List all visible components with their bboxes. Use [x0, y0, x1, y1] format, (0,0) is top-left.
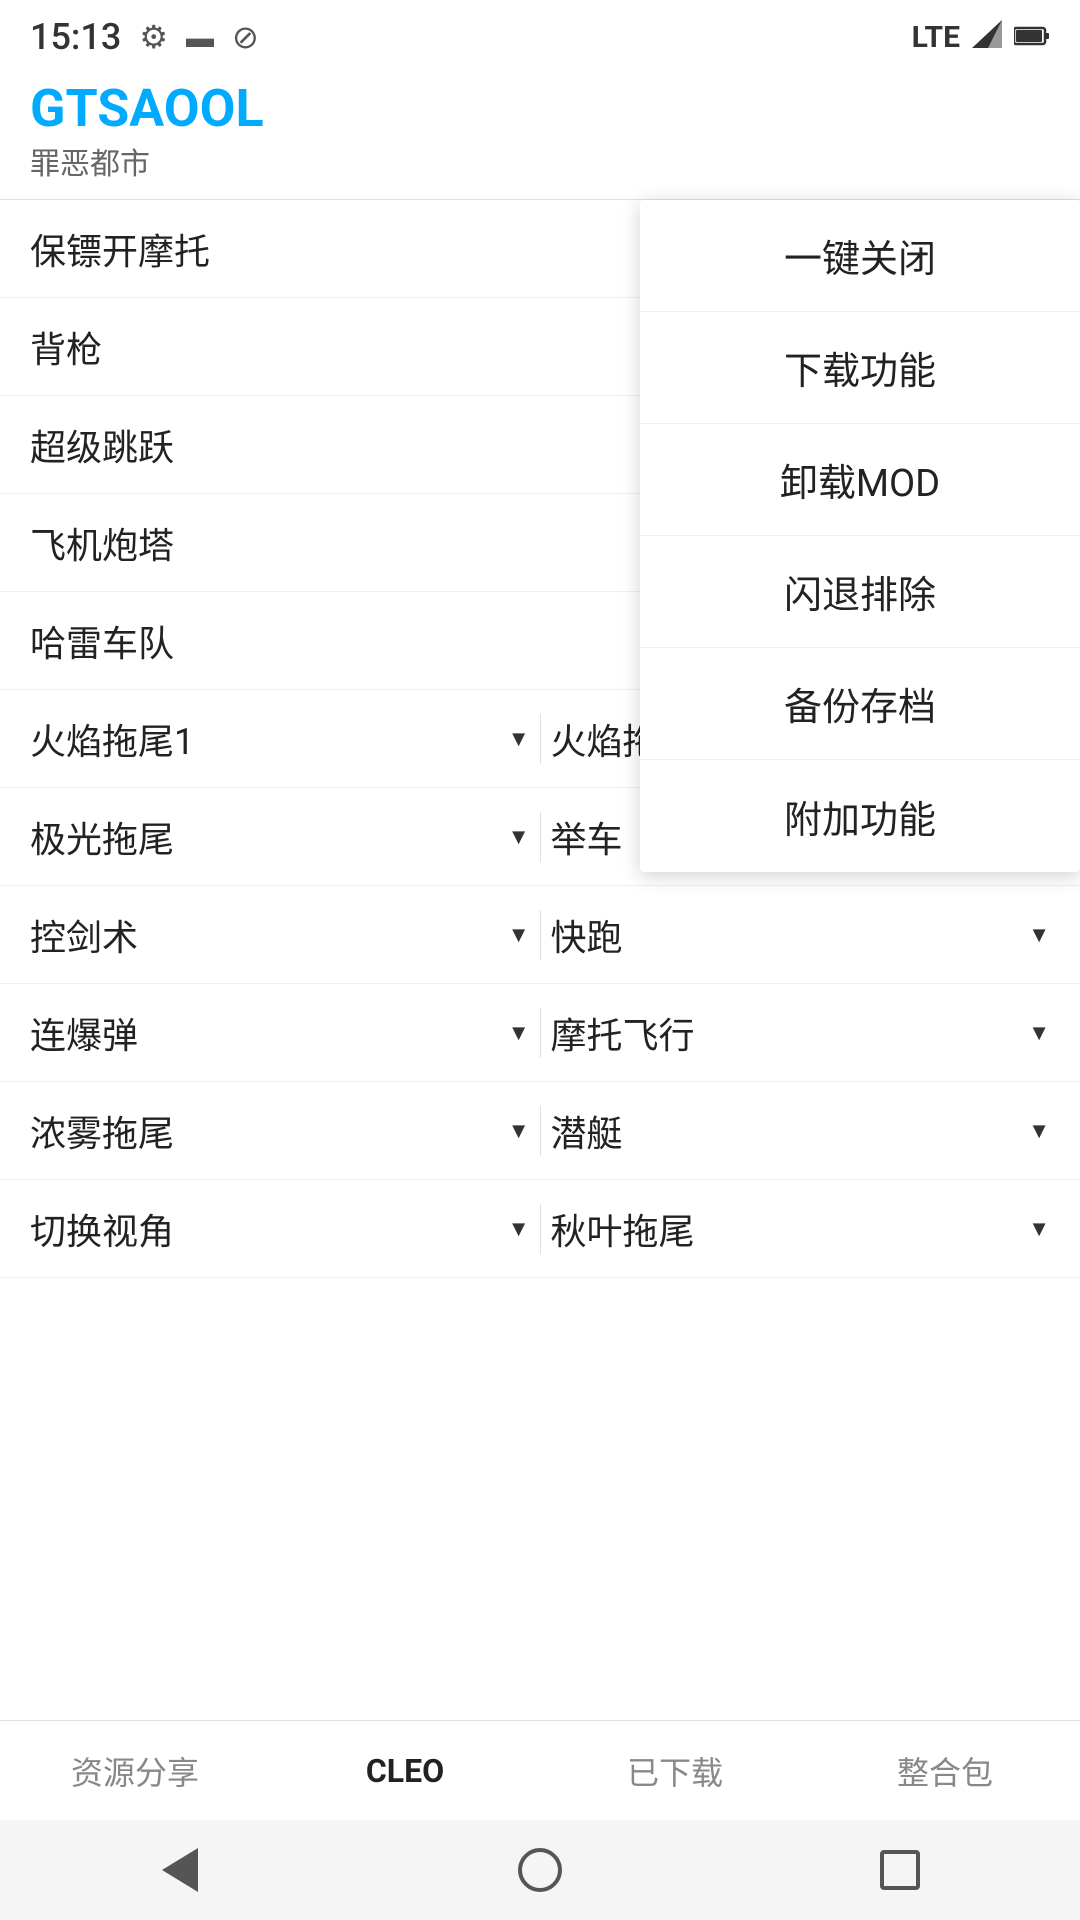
signal-icon — [972, 20, 1002, 55]
dropdown-menu-item-2[interactable]: 卸载MOD — [640, 424, 1080, 536]
list-item-label-left: 火焰拖尾1 — [30, 713, 194, 765]
dropdown-menu-item-0[interactable]: 一键关闭 — [640, 200, 1080, 312]
list-item-label: 保镖开摩托 — [30, 223, 210, 275]
block-icon: ⊘ — [232, 18, 259, 56]
list-col-right[interactable]: 快跑 ▼ — [551, 909, 1051, 961]
home-button[interactable] — [510, 1840, 570, 1900]
list-item-label-right: 秋叶拖尾 — [551, 1203, 695, 1255]
dropdown-arrow-icon-right: ▼ — [1028, 922, 1050, 948]
status-right: LTE — [912, 20, 1050, 55]
back-button[interactable] — [150, 1840, 210, 1900]
list-item-label: 飞机炮塔 — [30, 517, 174, 569]
app-title: GTSAOOL — [30, 80, 1050, 137]
list-col-left[interactable]: 火焰拖尾1 ▼ — [30, 713, 530, 765]
list-item-label-left: 极光拖尾 — [30, 811, 174, 863]
status-left: 15:13 ▬ ⊘ — [30, 16, 259, 58]
list-item-row: 浓雾拖尾 ▼ 潜艇 ▼ — [0, 1082, 1080, 1180]
col-divider — [540, 714, 541, 764]
dropdown-menu-item-1[interactable]: 下载功能 — [640, 312, 1080, 424]
list-item-label-left: 连爆弹 — [30, 1007, 138, 1059]
list-item-row: 切换视角 ▼ 秋叶拖尾 ▼ — [0, 1180, 1080, 1278]
list-item-label-left: 控剑术 — [30, 909, 138, 961]
sim-icon: ▬ — [186, 21, 214, 54]
tab-已下载[interactable]: 已下载 — [540, 1721, 810, 1820]
dropdown-arrow-icon-left: ▼ — [508, 824, 530, 850]
nav-bar — [0, 1820, 1080, 1920]
status-bar: 15:13 ▬ ⊘ LTE — [0, 0, 1080, 70]
list-col-left[interactable]: 控剑术 ▼ — [30, 909, 530, 961]
list-item-label: 哈雷车队 — [30, 615, 174, 667]
dropdown-arrow-icon-right: ▼ — [1028, 1020, 1050, 1046]
battery-icon — [1014, 21, 1050, 54]
list-item-label-left: 切换视角 — [30, 1203, 174, 1255]
status-time: 15:13 — [30, 16, 121, 58]
list-item-label-right: 潜艇 — [551, 1105, 623, 1157]
list-col-right[interactable]: 潜艇 ▼ — [551, 1105, 1051, 1157]
list-col-right[interactable]: 摩托飞行 ▼ — [551, 1007, 1051, 1059]
dropdown-arrow-icon-right: ▼ — [1028, 1216, 1050, 1242]
tab-CLEO[interactable]: CLEO — [270, 1721, 540, 1820]
dropdown-menu-item-5[interactable]: 附加功能 — [640, 760, 1080, 872]
dropdown-arrow-icon-right: ▼ — [1028, 1118, 1050, 1144]
recents-icon — [880, 1850, 920, 1890]
list-col-left[interactable]: 极光拖尾 ▼ — [30, 811, 530, 863]
list-item-label-right: 举车 — [551, 811, 623, 863]
list-col-right[interactable]: 秋叶拖尾 ▼ — [551, 1203, 1051, 1255]
list-item-row: 控剑术 ▼ 快跑 ▼ — [0, 886, 1080, 984]
list-item-label-right: 快跑 — [551, 909, 623, 961]
list-item-label-right: 摩托飞行 — [551, 1007, 695, 1059]
app-header: GTSAOOL 罪恶都市 — [0, 70, 1080, 200]
dropdown-arrow-icon-left: ▼ — [508, 922, 530, 948]
dropdown-menu-item-3[interactable]: 闪退排除 — [640, 536, 1080, 648]
bottom-tabs: 资源分享CLEO已下载整合包 — [0, 1720, 1080, 1820]
lte-label: LTE — [912, 20, 960, 55]
list-item-label-left: 浓雾拖尾 — [30, 1105, 174, 1157]
col-divider — [540, 1008, 541, 1058]
list-item-row: 连爆弹 ▼ 摩托飞行 ▼ — [0, 984, 1080, 1082]
recents-button[interactable] — [870, 1840, 930, 1900]
col-divider — [540, 910, 541, 960]
app-subtitle: 罪恶都市 — [30, 139, 1050, 183]
col-divider — [540, 812, 541, 862]
tab-资源分享[interactable]: 资源分享 — [0, 1721, 270, 1820]
dropdown-arrow-icon-left: ▼ — [508, 1020, 530, 1046]
home-icon — [518, 1848, 562, 1892]
back-icon — [162, 1848, 198, 1892]
settings-icon — [139, 18, 168, 56]
dropdown-menu: 一键关闭下载功能卸载MOD闪退排除备份存档附加功能 — [640, 200, 1080, 872]
list-col-left[interactable]: 浓雾拖尾 ▼ — [30, 1105, 530, 1157]
list-col-left[interactable]: 切换视角 ▼ — [30, 1203, 530, 1255]
dropdown-arrow-icon-left: ▼ — [508, 726, 530, 752]
dropdown-arrow-icon-left: ▼ — [508, 1118, 530, 1144]
dropdown-menu-item-4[interactable]: 备份存档 — [640, 648, 1080, 760]
tab-整合包[interactable]: 整合包 — [810, 1721, 1080, 1820]
col-divider — [540, 1204, 541, 1254]
dropdown-arrow-icon-left: ▼ — [508, 1216, 530, 1242]
list-col-left[interactable]: 连爆弹 ▼ — [30, 1007, 530, 1059]
col-divider — [540, 1106, 541, 1156]
list-item-label: 背枪 — [30, 321, 102, 373]
main-content: 保镖开摩托 ▼ 背枪 ▼ 超级跳跃 ▼ 飞机炮塔 ▼ 哈雷车队 ▼ 火焰拖尾1 … — [0, 200, 1080, 1278]
list-item-label: 超级跳跃 — [30, 419, 174, 471]
